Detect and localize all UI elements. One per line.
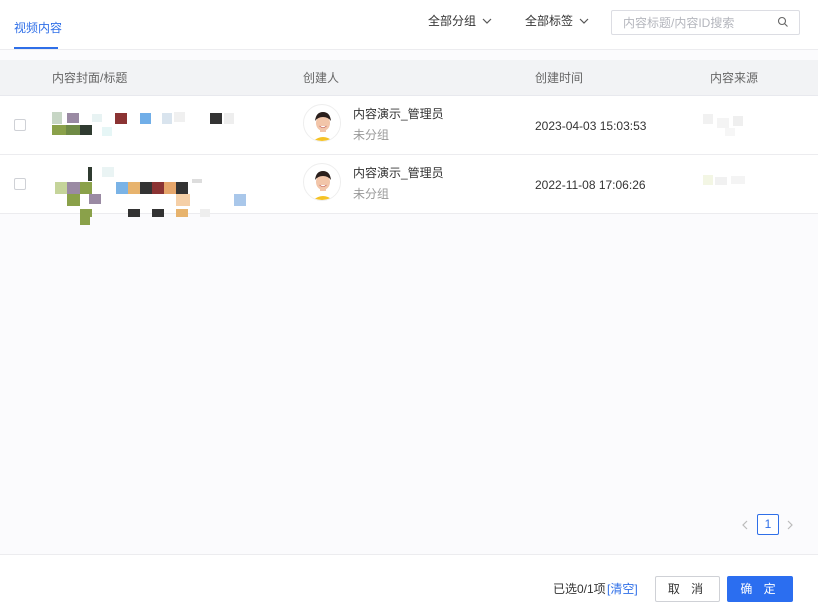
search-input[interactable] — [612, 11, 772, 34]
chevron-down-icon — [579, 18, 589, 24]
dialog-footer: 已选0/1项 [清空] 取 消 确 定 — [0, 554, 818, 611]
top-bar: 视频内容 全部分组 全部标签 — [0, 0, 818, 50]
tab-video-content[interactable]: 视频内容 — [14, 20, 62, 50]
search-icon[interactable] — [777, 16, 789, 28]
tag-filter-dropdown[interactable]: 全部标签 — [525, 12, 589, 30]
group-filter-label: 全部分组 — [428, 14, 477, 28]
content-cover-thumbnail — [52, 163, 262, 225]
created-time: 2023-04-03 15:03:53 — [535, 119, 647, 133]
clear-selection-link[interactable]: [清空] — [607, 581, 638, 597]
header-cover-title: 内容封面/标题 — [52, 71, 128, 85]
group-filter-dropdown[interactable]: 全部分组 — [428, 12, 492, 30]
row-checkbox[interactable] — [14, 178, 26, 190]
creator-avatar — [303, 104, 341, 142]
creator-group: 未分组 — [353, 187, 390, 201]
content-source-thumbnail — [703, 114, 751, 136]
table-header: 内容封面/标题 创建人 创建时间 内容来源 — [0, 60, 818, 96]
chevron-right-icon[interactable] — [785, 519, 795, 531]
cancel-button[interactable]: 取 消 — [655, 576, 720, 602]
creator-group: 未分组 — [353, 128, 390, 142]
row-checkbox[interactable] — [14, 119, 26, 131]
header-creator: 创建人 — [303, 71, 340, 85]
tag-filter-label: 全部标签 — [525, 14, 574, 28]
tab-active-underline — [14, 47, 58, 49]
chevron-down-icon — [482, 18, 492, 24]
header-source: 内容来源 — [710, 71, 759, 85]
pagination-current-page[interactable]: 1 — [757, 514, 779, 535]
tab-video-content-label: 视频内容 — [14, 21, 63, 35]
search-box — [611, 10, 800, 35]
creator-avatar — [303, 163, 341, 201]
chevron-left-icon[interactable] — [740, 519, 750, 531]
confirm-button[interactable]: 确 定 — [727, 576, 793, 602]
cover-overflow — [80, 209, 260, 217]
created-time: 2022-11-08 17:06:26 — [535, 178, 646, 192]
table-row[interactable]: 内容演示_管理员 未分组 2023-04-03 15:03:53 — [0, 96, 818, 155]
content-source-thumbnail — [703, 173, 751, 195]
selected-count: 已选0/1项 — [553, 582, 606, 596]
header-created-time: 创建时间 — [535, 71, 584, 85]
table-row[interactable]: 内容演示_管理员 未分组 2022-11-08 17:06:26 — [0, 155, 818, 225]
content-cover-thumbnail — [52, 104, 262, 152]
creator-name: 内容演示_管理员 — [353, 107, 444, 121]
creator-name: 内容演示_管理员 — [353, 166, 444, 180]
